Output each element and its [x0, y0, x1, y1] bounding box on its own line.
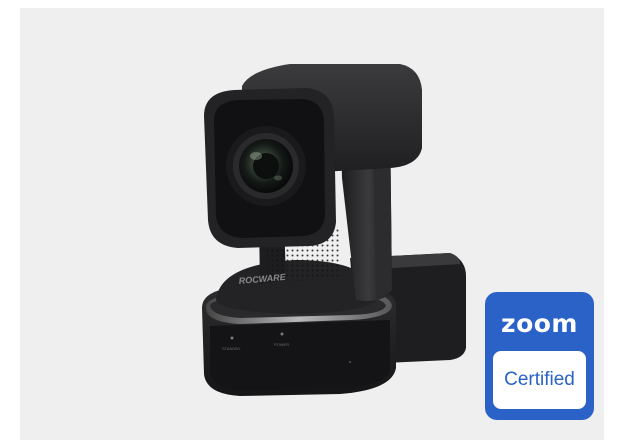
product-photo: ROCWARE STANDBY POWER zoom Certified: [20, 8, 604, 440]
zoom-certified-badge: zoom Certified: [485, 292, 594, 420]
certified-panel: Certified: [493, 351, 586, 409]
certified-label: Certified: [504, 369, 575, 390]
zoom-logo-text: zoom: [501, 309, 578, 338]
standby-label: STANDBY: [222, 346, 241, 351]
power-label: POWER: [274, 342, 289, 347]
